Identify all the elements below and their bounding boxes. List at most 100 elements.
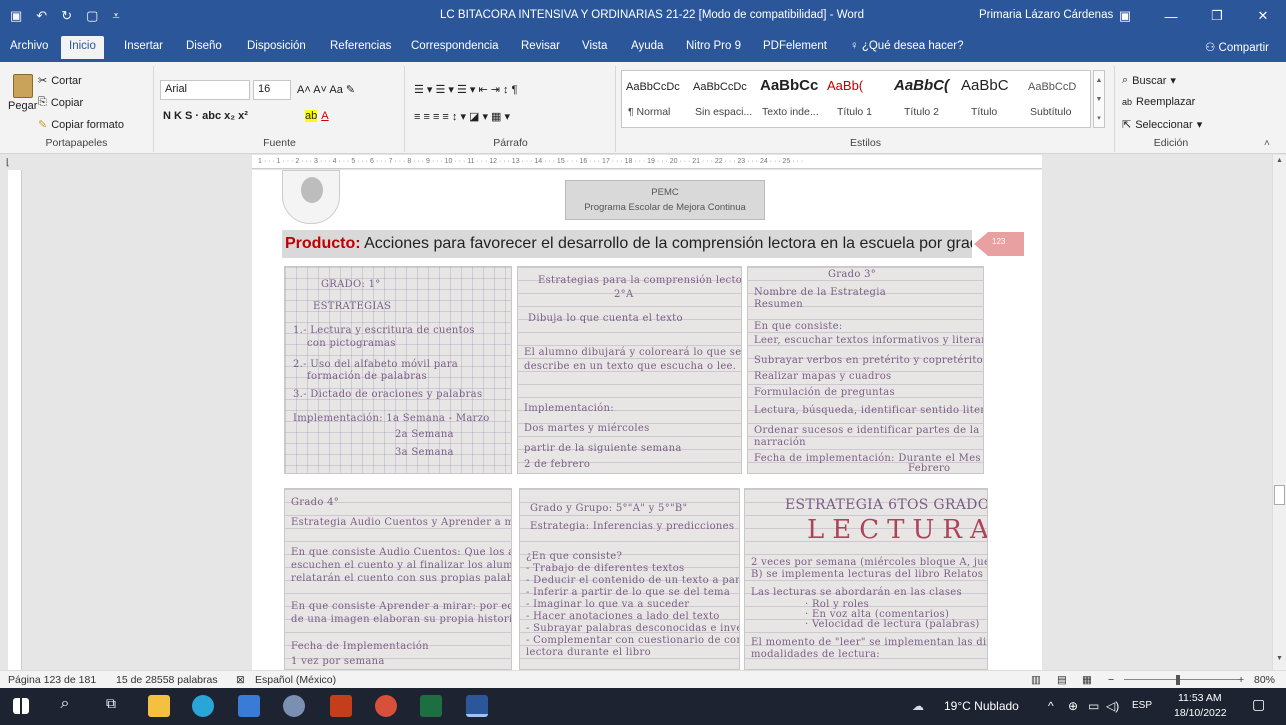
- paragraph-group-label: Párrafo: [493, 137, 528, 149]
- redo-icon[interactable]: ↻: [61, 8, 72, 24]
- chevron-down-icon: ▾: [1170, 75, 1176, 87]
- tab-vista[interactable]: Vista: [582, 40, 607, 52]
- pinned-app-icon[interactable]: [283, 695, 305, 717]
- font-format-buttons[interactable]: N K S · abc x₂ x²: [163, 110, 248, 122]
- find-button[interactable]: ⌕ Buscar ▾: [1122, 74, 1176, 87]
- windows-start-icon[interactable]: [13, 698, 29, 714]
- chrome-icon[interactable]: [375, 695, 397, 717]
- style-heading-2[interactable]: AaBbC(Título 2: [890, 71, 960, 127]
- tab-diseno[interactable]: Diseño: [186, 40, 222, 52]
- tray-overflow-icon[interactable]: ^: [1048, 699, 1054, 713]
- font-color-buttons[interactable]: ab A: [305, 110, 329, 122]
- zoom-slider[interactable]: [1124, 679, 1239, 680]
- file-explorer-icon[interactable]: [148, 695, 170, 717]
- tab-nitro[interactable]: Nitro Pro 9: [686, 40, 741, 52]
- font-name-select[interactable]: Arial: [160, 80, 250, 100]
- network-icon[interactable]: ⊕: [1068, 699, 1078, 713]
- list-buttons[interactable]: ☰ ▾ ☰ ▾ ☰ ▾ ⇤ ⇥ ↕ ¶: [414, 83, 518, 96]
- tell-me-box[interactable]: ♀ ¿Qué desea hacer?: [850, 40, 963, 52]
- tab-inicio[interactable]: Inicio: [61, 36, 104, 59]
- replace-button[interactable]: ab Reemplazar: [1122, 96, 1195, 108]
- page-count[interactable]: Página 123 de 181: [8, 674, 96, 686]
- ribbon-display-options-icon[interactable]: ▣: [1102, 0, 1148, 32]
- styles-scroll-buttons[interactable]: ▲ ▼ ▾: [1093, 70, 1105, 128]
- proofing-icon[interactable]: ⊠: [236, 674, 245, 686]
- tab-correspondencia[interactable]: Correspondencia: [411, 40, 499, 52]
- tab-referencias[interactable]: Referencias: [330, 40, 391, 52]
- scroll-down-icon[interactable]: ▼: [1274, 655, 1285, 667]
- powerpoint-icon[interactable]: [330, 695, 352, 717]
- clock-date[interactable]: 18/10/2022: [1174, 707, 1227, 719]
- format-painter-button[interactable]: ✎ Copiar formato: [38, 118, 124, 132]
- zoom-out-button[interactable]: −: [1108, 674, 1114, 686]
- clock-time[interactable]: 11:53 AM: [1178, 692, 1222, 704]
- tab-pdfelement[interactable]: PDFelement: [763, 40, 827, 52]
- word-count[interactable]: 15 de 28558 palabras: [116, 674, 218, 686]
- tell-me-label: ¿Qué desea hacer?: [861, 40, 964, 52]
- scroll-up-icon[interactable]: ▲: [1274, 157, 1285, 169]
- scroll-thumb[interactable]: [1274, 485, 1285, 505]
- weather-icon[interactable]: ☁: [912, 699, 924, 713]
- zoom-in-button[interactable]: +: [1238, 674, 1244, 686]
- alignment-buttons[interactable]: ≡ ≡ ≡ ≡ ↕ ▾ ◪ ▾ ▦ ▾: [414, 110, 510, 123]
- style-normal[interactable]: AaBbCcDc ¶ Normal: [622, 71, 692, 127]
- vertical-ruler[interactable]: [8, 170, 22, 670]
- style-subtitle[interactable]: AaBbCcD Subtítulo: [1024, 71, 1094, 127]
- minimize-button[interactable]: —: [1148, 0, 1194, 32]
- volume-icon[interactable]: ◁): [1106, 699, 1119, 713]
- tab-insertar[interactable]: Insertar: [124, 40, 163, 52]
- print-layout-icon[interactable]: ▤: [1057, 674, 1067, 686]
- pemc-header-box: PEMC Programa Escolar de Mejora Continua: [565, 180, 765, 220]
- grow-shrink-font-buttons[interactable]: A˄ A˅ Aa ✎: [297, 83, 355, 96]
- zoom-level[interactable]: 80%: [1254, 674, 1275, 686]
- editing-group-label: Edición: [1153, 137, 1189, 149]
- tab-selector-icon[interactable]: ⌊: [6, 157, 20, 169]
- font-group: Arial 16 A˄ A˅ Aa ✎ N K S · abc x₂ x² ab…: [155, 66, 405, 152]
- collapse-ribbon-icon[interactable]: ˄: [1264, 138, 1270, 149]
- style-title[interactable]: AaBbC Título: [957, 71, 1027, 127]
- clipboard-group-label: Portapapeles: [45, 137, 108, 149]
- paste-button[interactable]: Pegar: [8, 74, 37, 112]
- styles-group: AaBbCcDc ¶ Normal AaBbCcDc Sin espaci... A…: [617, 66, 1115, 152]
- tab-archivo[interactable]: Archivo: [10, 40, 48, 52]
- read-mode-icon[interactable]: ▥: [1031, 674, 1041, 686]
- copy-label: Copiar: [50, 96, 84, 109]
- product-banner: Producto: Acciones para favorecer el des…: [282, 230, 972, 258]
- tab-ayuda[interactable]: Ayuda: [631, 40, 663, 52]
- zoom-app-icon[interactable]: [238, 695, 260, 717]
- excel-icon[interactable]: [420, 695, 442, 717]
- vertical-scrollbar[interactable]: ▲ ▼: [1272, 155, 1286, 670]
- word-icon[interactable]: [466, 695, 488, 717]
- notifications-icon[interactable]: ▢: [1252, 696, 1265, 713]
- task-view-icon[interactable]: ⧉: [100, 695, 122, 717]
- new-document-icon[interactable]: ▢: [86, 8, 98, 24]
- battery-icon[interactable]: ▭: [1088, 699, 1099, 713]
- font-size-select[interactable]: 16: [253, 80, 291, 100]
- customize-qat-icon[interactable]: ⩡: [112, 8, 119, 24]
- language-indicator[interactable]: Español (México): [255, 674, 336, 686]
- style-indented-text[interactable]: AaBbCc Texto inde...: [756, 71, 826, 127]
- web-layout-icon[interactable]: ▦: [1082, 674, 1092, 686]
- product-label: Producto:: [285, 235, 361, 252]
- save-icon[interactable]: ▣: [10, 8, 22, 24]
- input-language[interactable]: ESP: [1132, 700, 1152, 711]
- close-button[interactable]: ✕: [1240, 0, 1286, 32]
- select-button[interactable]: ⇱ Seleccionar ▾: [1122, 118, 1202, 132]
- restore-button[interactable]: ❐: [1194, 0, 1240, 32]
- share-button[interactable]: ⚇ Compartir: [1205, 40, 1269, 54]
- style-no-spacing[interactable]: AaBbCcDc Sin espaci...: [689, 71, 759, 127]
- document-page[interactable]: PEMC Programa Escolar de Mejora Continua…: [252, 170, 1042, 670]
- copy-button[interactable]: ⎘ Copiar: [38, 96, 83, 109]
- zoom-slider-thumb[interactable]: [1176, 675, 1180, 685]
- tab-revisar[interactable]: Revisar: [521, 40, 560, 52]
- tab-disposicion[interactable]: Disposición: [247, 40, 306, 52]
- undo-icon[interactable]: ↶: [36, 8, 47, 24]
- style-heading-1[interactable]: AaBb(Título 1: [823, 71, 893, 127]
- ribbon: Pegar ✂ Cortar ⎘ Copiar ✎ Copiar formato Po…: [0, 62, 1286, 154]
- horizontal-ruler[interactable]: 1 · · · 1 · · · 2 · · · 3 · · · 4 · · · …: [252, 155, 1042, 169]
- account-name[interactable]: Primaria Lázaro Cárdenas: [979, 9, 1113, 21]
- cut-button[interactable]: ✂ Cortar: [38, 74, 82, 88]
- edge-browser-icon[interactable]: [192, 695, 214, 717]
- weather-widget[interactable]: 19°C Nublado: [944, 699, 1019, 713]
- search-icon[interactable]: ⌕: [54, 695, 76, 717]
